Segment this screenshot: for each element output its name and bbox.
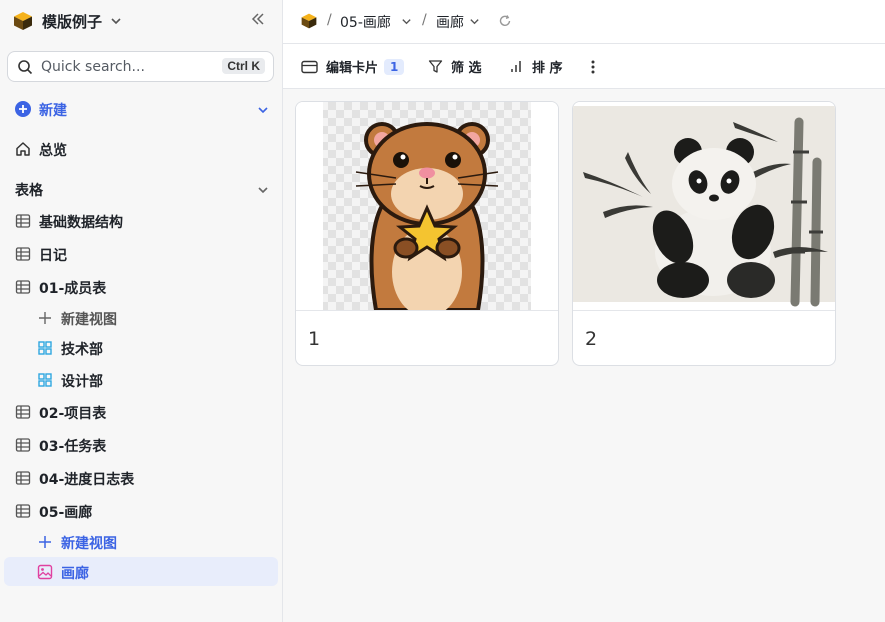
sidebar-item-table[interactable]: 基础数据结构 [0, 206, 283, 236]
sidebar-item-label: 03-任务表 [39, 439, 107, 455]
table-icon [15, 471, 31, 485]
chevron-down-icon[interactable] [256, 183, 270, 197]
sidebar-item-label: 新建视图 [61, 536, 117, 552]
sidebar-item-table[interactable]: 05-画廊 [0, 496, 283, 526]
refresh-icon[interactable] [498, 14, 512, 28]
search-shortcut-badge: Ctrl K [222, 58, 265, 74]
sidebar: 模版例子 Quick search... Ctrl K 新建 总览 表格 基础数… [0, 0, 283, 622]
card-title: 1 [308, 328, 321, 350]
workspace-logo-icon [14, 12, 32, 30]
table-icon [15, 405, 31, 419]
panda-image [573, 102, 835, 310]
breadcrumb-view[interactable]: 画廊 [436, 12, 464, 32]
breadcrumb-table[interactable]: 05-画廊 [340, 12, 391, 32]
card-title: 2 [585, 328, 598, 350]
breadcrumb-separator: / [327, 12, 332, 28]
sidebar-item-new-view[interactable]: 新建视图 [0, 303, 283, 333]
gallery-icon [37, 564, 53, 580]
chevron-down-icon[interactable] [256, 103, 270, 117]
search-input[interactable]: Quick search... Ctrl K [7, 51, 274, 82]
sidebar-item-view[interactable]: 技术部 [0, 333, 283, 363]
sidebar-item-label: 日记 [39, 248, 67, 264]
table-icon [15, 438, 31, 452]
card-image [573, 102, 835, 311]
grid-view-icon [38, 373, 52, 387]
sort-label: 排 序 [532, 61, 563, 76]
search-placeholder: Quick search... [41, 58, 145, 75]
filter-button[interactable]: 筛 选 [428, 57, 482, 76]
sidebar-item-label: 01-成员表 [39, 281, 107, 297]
sidebar-item-label: 基础数据结构 [39, 215, 123, 231]
home-icon [16, 142, 30, 156]
new-label: 新建 [39, 103, 67, 119]
collapse-sidebar-icon[interactable] [251, 12, 265, 26]
card-icon [301, 60, 318, 73]
edit-card-count-badge: 1 [384, 58, 405, 75]
workspace-switcher[interactable]: 模版例子 [12, 9, 122, 33]
sidebar-item-view[interactable]: 设计部 [0, 365, 283, 395]
sidebar-item-table[interactable]: 04-进度日志表 [0, 463, 283, 493]
chevron-down-icon[interactable] [469, 16, 480, 27]
sidebar-item-label: 02-项目表 [39, 406, 107, 422]
chevron-down-icon [111, 18, 121, 25]
edit-card-label: 编辑卡片 [326, 61, 379, 76]
workspace-logo-icon [301, 13, 317, 29]
tables-section-header[interactable]: 表格 [0, 174, 283, 204]
plus-icon [39, 536, 51, 548]
tables-section-label: 表格 [15, 183, 43, 199]
card-image [296, 102, 558, 311]
view-toolbar: 编辑卡片 1 筛 选 排 序 [283, 44, 885, 89]
sidebar-item-overview[interactable]: 总览 [0, 134, 283, 164]
gallery-card[interactable]: 2 [572, 101, 836, 366]
sidebar-item-table[interactable]: 02-项目表 [0, 397, 283, 427]
overview-label: 总览 [39, 143, 67, 159]
hamster-image [296, 102, 558, 310]
sort-bars-icon [511, 61, 521, 72]
gallery-card[interactable]: 1 [295, 101, 559, 366]
sidebar-item-table[interactable]: 日记 [0, 239, 283, 269]
workspace-name: 模版例子 [42, 12, 103, 31]
plus-circle-icon [15, 101, 31, 117]
sidebar-item-new-view[interactable]: 新建视图 [0, 527, 283, 557]
table-icon [15, 280, 31, 294]
sidebar-item-label: 设计部 [61, 374, 103, 390]
sidebar-item-label: 新建视图 [61, 312, 117, 328]
chevron-down-icon[interactable] [401, 16, 412, 27]
sidebar-item-table[interactable]: 01-成员表 [0, 272, 283, 302]
table-icon [15, 247, 31, 261]
sidebar-item-label: 技术部 [61, 342, 103, 358]
filter-icon [428, 60, 443, 73]
table-icon [15, 214, 31, 228]
grid-view-icon [38, 341, 52, 355]
sidebar-item-label: 04-进度日志表 [39, 472, 135, 488]
filter-label: 筛 选 [451, 61, 482, 76]
sidebar-item-table[interactable]: 03-任务表 [0, 430, 283, 460]
plus-icon [39, 312, 51, 324]
table-icon [15, 504, 31, 518]
sidebar-item-label: 画廊 [61, 566, 89, 582]
sort-button[interactable]: 排 序 [509, 57, 563, 76]
sidebar-item-label: 05-画廊 [39, 505, 93, 521]
new-button[interactable]: 新建 [0, 94, 283, 124]
search-icon [18, 59, 33, 74]
main-panel: / 05-画廊 / 画廊 编辑卡片 1 筛 选 排 序 1 2 [283, 0, 885, 622]
sidebar-item-gallery-view[interactable]: 画廊 [4, 557, 278, 586]
header-bar: / 05-画廊 / 画廊 [283, 0, 885, 44]
breadcrumb-separator: / [422, 12, 427, 28]
edit-card-button[interactable]: 编辑卡片 1 [301, 57, 405, 76]
more-icon[interactable] [588, 59, 598, 75]
